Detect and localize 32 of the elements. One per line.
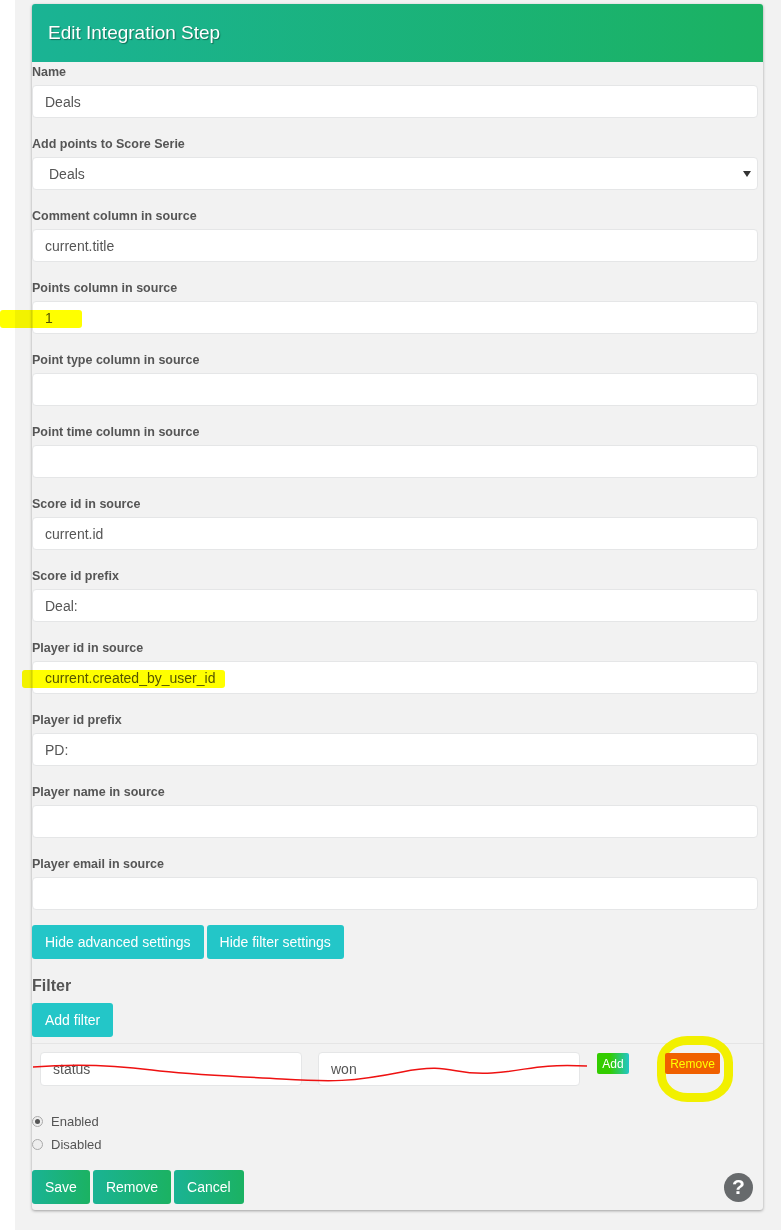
field-label: Player name in source (32, 784, 166, 800)
filter-key-field[interactable]: status (40, 1052, 302, 1086)
field-label: Player email in source (32, 856, 165, 872)
input-field[interactable]: PD: (32, 733, 758, 766)
status-radio[interactable]: Disabled (32, 1137, 763, 1152)
field-label: Point type column in source (32, 352, 201, 368)
status-radio[interactable]: Enabled (32, 1114, 763, 1129)
field-label: Add points to Score Serie (32, 136, 186, 152)
field-label: Score id in source (32, 496, 142, 512)
field-label: Player id in source (32, 640, 145, 656)
caret-icon (743, 170, 751, 177)
input-field[interactable] (32, 445, 758, 478)
filter-value-field[interactable]: won (318, 1052, 580, 1086)
select-field[interactable]: Deals (32, 157, 758, 190)
input-field[interactable]: Deals (32, 85, 758, 118)
input-field[interactable]: current.id (32, 517, 758, 550)
input-field[interactable]: 1 (32, 301, 758, 334)
dialog-title: Edit Integration Step (48, 22, 221, 44)
field-label: Points column in source (32, 280, 179, 296)
input-field[interactable]: current.title (32, 229, 758, 262)
input-field[interactable] (32, 373, 758, 406)
input-field[interactable]: Deal: (32, 589, 758, 622)
field-label: Comment column in source (32, 208, 198, 224)
filter-heading: Filter (32, 977, 73, 995)
input-field[interactable] (32, 877, 758, 910)
field-label: Score id prefix (32, 568, 120, 584)
field-label: Name (32, 64, 68, 80)
field-label: Point time column in source (32, 424, 201, 440)
help-button[interactable]: ? (724, 1172, 753, 1202)
input-field[interactable] (32, 805, 758, 838)
field-label: Player id prefix (32, 712, 123, 728)
select-value: Deals (49, 165, 85, 182)
